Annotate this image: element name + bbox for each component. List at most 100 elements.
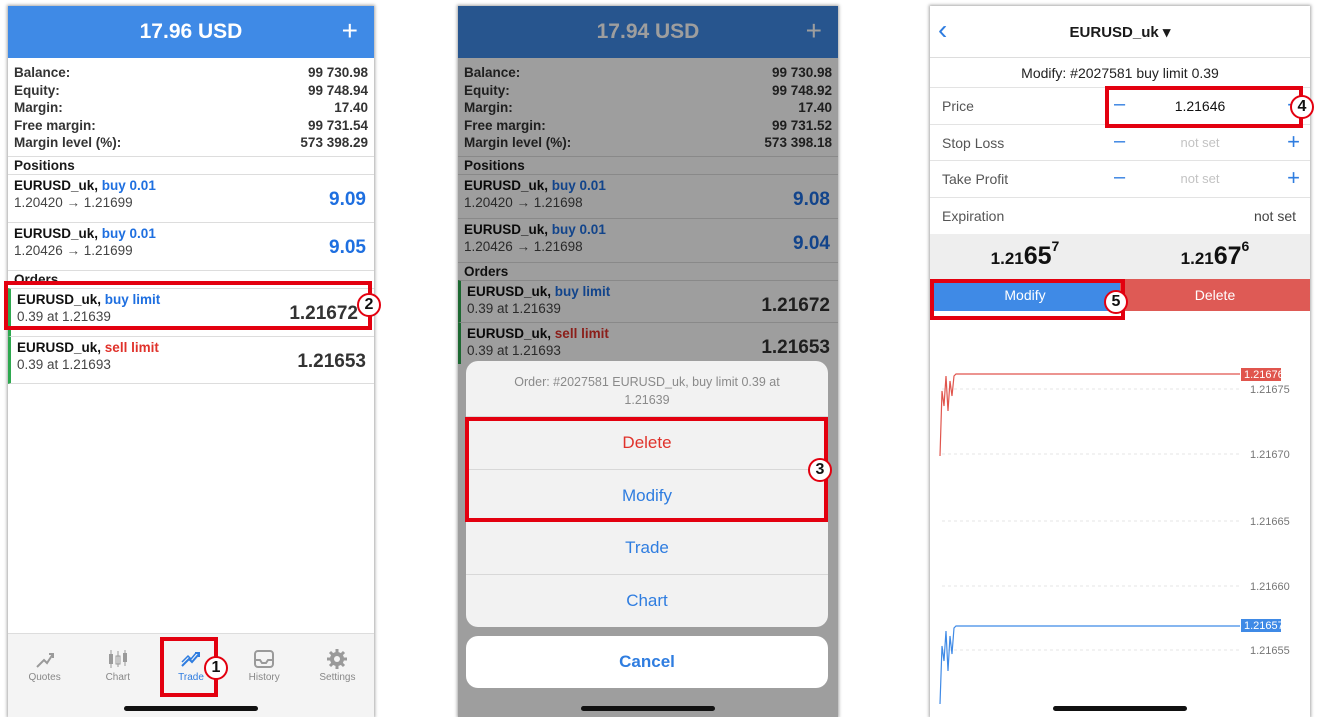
free-margin-value: 99 731.54	[307, 117, 368, 133]
margin-value: 17.40	[334, 100, 368, 115]
ask-price: 1.21676	[1120, 234, 1310, 279]
history-icon	[254, 650, 275, 668]
home-indicator	[581, 706, 715, 711]
equity-value: 99 748.94	[307, 82, 368, 98]
delete-order-button[interactable]: Delete	[466, 417, 828, 470]
order-price: 1.21653	[297, 350, 366, 372]
modify-order-button[interactable]: Modify	[466, 470, 828, 522]
tab-label: Quotes	[28, 672, 61, 683]
step-badge-1: 1	[204, 656, 228, 680]
equity-row: Equity: 99 748.94	[14, 82, 368, 100]
back-icon[interactable]: ‹	[938, 14, 947, 46]
header-bar: 17.96 USD +	[8, 6, 374, 58]
stop-loss-decrease-button[interactable]: –	[1114, 130, 1125, 153]
profit-amount: 17.96 USD	[139, 20, 243, 43]
step-badge-2: 2	[357, 293, 381, 317]
step-badge-4: 4	[1290, 95, 1314, 119]
order-actions-screen: 17.94 USD + Balance: 99 730.98 Equity: 99 …	[458, 6, 838, 717]
ask-price-line	[939, 373, 1240, 457]
price-tick-label: 1.21675	[1250, 384, 1290, 396]
account-summary: Balance: 99 730.98 Equity: 99 748.94 Margi…	[8, 58, 374, 152]
take-profit-increase-button[interactable]: +	[1287, 165, 1300, 191]
tab-history[interactable]: History	[228, 634, 301, 717]
position-prices: 1.20426 → 1.21699	[14, 242, 133, 258]
delete-button[interactable]: Delete	[1120, 279, 1310, 311]
price-input[interactable]: 1.21646	[1140, 98, 1260, 114]
order-row-sell-limit[interactable]: EURUSD_uk, sell limit 0.39 at 1.21693 1.…	[8, 335, 374, 384]
balance-value: 99 730.98	[307, 65, 368, 80]
chart-button[interactable]: Chart	[466, 575, 828, 628]
expiration-value: not set	[1253, 207, 1296, 224]
home-indicator	[1053, 706, 1187, 711]
tab-chart[interactable]: Chart	[81, 634, 154, 717]
step-badge-3: 3	[808, 458, 832, 482]
symbol-selector[interactable]: EURUSD_uk ▾	[1070, 23, 1171, 41]
action-sheet-title: Order: #2027581 EURUSD_uk, buy limit 0.3…	[466, 361, 828, 417]
bid-fraction: 7	[1051, 238, 1060, 254]
cancel-button[interactable]: Cancel	[466, 636, 828, 688]
position-row[interactable]: EURUSD_uk, buy 0.01 1.20426 → 1.21699 9.…	[8, 221, 374, 270]
position-type: buy 0.01	[101, 225, 156, 241]
nav-bar: ‹ EURUSD_uk ▾	[930, 6, 1310, 58]
stop-loss-input[interactable]: not set	[1140, 135, 1260, 150]
trade-button[interactable]: Trade	[466, 522, 828, 575]
orders-heading: Orders	[8, 269, 374, 288]
margin-level-row: Margin level (%): 573 398.29	[14, 134, 368, 152]
margin-level-value: 573 398.29	[300, 135, 368, 150]
position-row[interactable]: EURUSD_uk, buy 0.01 1.20420 → 1.21699 9.…	[8, 173, 374, 222]
position-profit: 9.05	[329, 236, 366, 258]
margin-level-label: Margin level (%):	[14, 135, 122, 150]
tick-chart[interactable]: 1.21675 1.21670 1.21665 1.21660 1.21655 1.216…	[930, 336, 1310, 717]
trade-icon	[181, 652, 200, 667]
tab-label: Chart	[105, 672, 131, 683]
price-label: Price	[942, 98, 974, 114]
step-badge-5: 5	[1104, 290, 1128, 314]
free-margin-label: Free margin:	[14, 117, 96, 133]
tab-label: Trade	[178, 672, 204, 683]
stop-loss-increase-button[interactable]: +	[1287, 129, 1300, 155]
position-profit: 9.09	[329, 188, 366, 210]
ask-price-tag-label: 1.21676	[1244, 369, 1284, 381]
order-symbol: EURUSD_uk,	[17, 339, 102, 355]
order-type: sell limit	[104, 339, 159, 355]
tab-label: History	[248, 672, 280, 683]
price-tick-label: 1.21670	[1250, 449, 1290, 461]
settings-icon	[327, 649, 348, 669]
price-decrease-button[interactable]: –	[1114, 93, 1125, 116]
order-row-buy-limit[interactable]: EURUSD_uk, buy limit 0.39 at 1.21639 1.2…	[8, 287, 374, 336]
take-profit-decrease-button[interactable]: –	[1114, 166, 1125, 189]
expiration-row[interactable]: Expiration not set	[930, 198, 1310, 235]
bid-price: 1.21657	[930, 234, 1120, 279]
equity-label: Equity:	[14, 82, 60, 98]
expiration-label: Expiration	[942, 207, 1005, 224]
position-type: buy 0.01	[101, 177, 156, 193]
stop-loss-row: Stop Loss – not set +	[930, 125, 1310, 161]
price-tick-label: 1.21665	[1250, 516, 1290, 528]
bid-prefix: 1.21	[990, 249, 1024, 268]
tab-quotes[interactable]: Quotes	[8, 634, 81, 717]
home-indicator	[124, 706, 258, 711]
take-profit-input[interactable]: not set	[1140, 171, 1260, 186]
take-profit-label: Take Profit	[942, 171, 1009, 187]
margin-row: Margin: 17.40	[14, 99, 368, 117]
positions-heading: Positions	[8, 155, 374, 174]
bid-pips: 65	[1023, 242, 1052, 270]
chart-icon	[108, 650, 127, 668]
new-order-button[interactable]: +	[342, 15, 358, 47]
price-row: Price – 1.21646 +	[930, 88, 1310, 125]
free-margin-row: Free margin: 99 731.54	[14, 117, 368, 135]
modify-button[interactable]: Modify	[930, 279, 1120, 311]
bid-price-line	[939, 625, 1240, 705]
ask-fraction: 6	[1241, 238, 1250, 254]
price-tick-label: 1.21655	[1250, 645, 1290, 657]
price-tick-label: 1.21660	[1250, 581, 1290, 593]
tab-bar: Quotes Chart Trade History Settings	[8, 633, 374, 717]
position-symbol: EURUSD_uk,	[14, 225, 99, 241]
margin-label: Margin:	[14, 100, 63, 115]
tab-settings[interactable]: Settings	[301, 634, 374, 717]
order-symbol: EURUSD_uk,	[17, 291, 102, 307]
bid-price-tag-label: 1.21657	[1244, 620, 1284, 632]
modify-title: Modify: #2027581 buy limit 0.39	[930, 58, 1310, 88]
take-profit-row: Take Profit – not set +	[930, 161, 1310, 198]
balance-label: Balance:	[14, 65, 71, 80]
